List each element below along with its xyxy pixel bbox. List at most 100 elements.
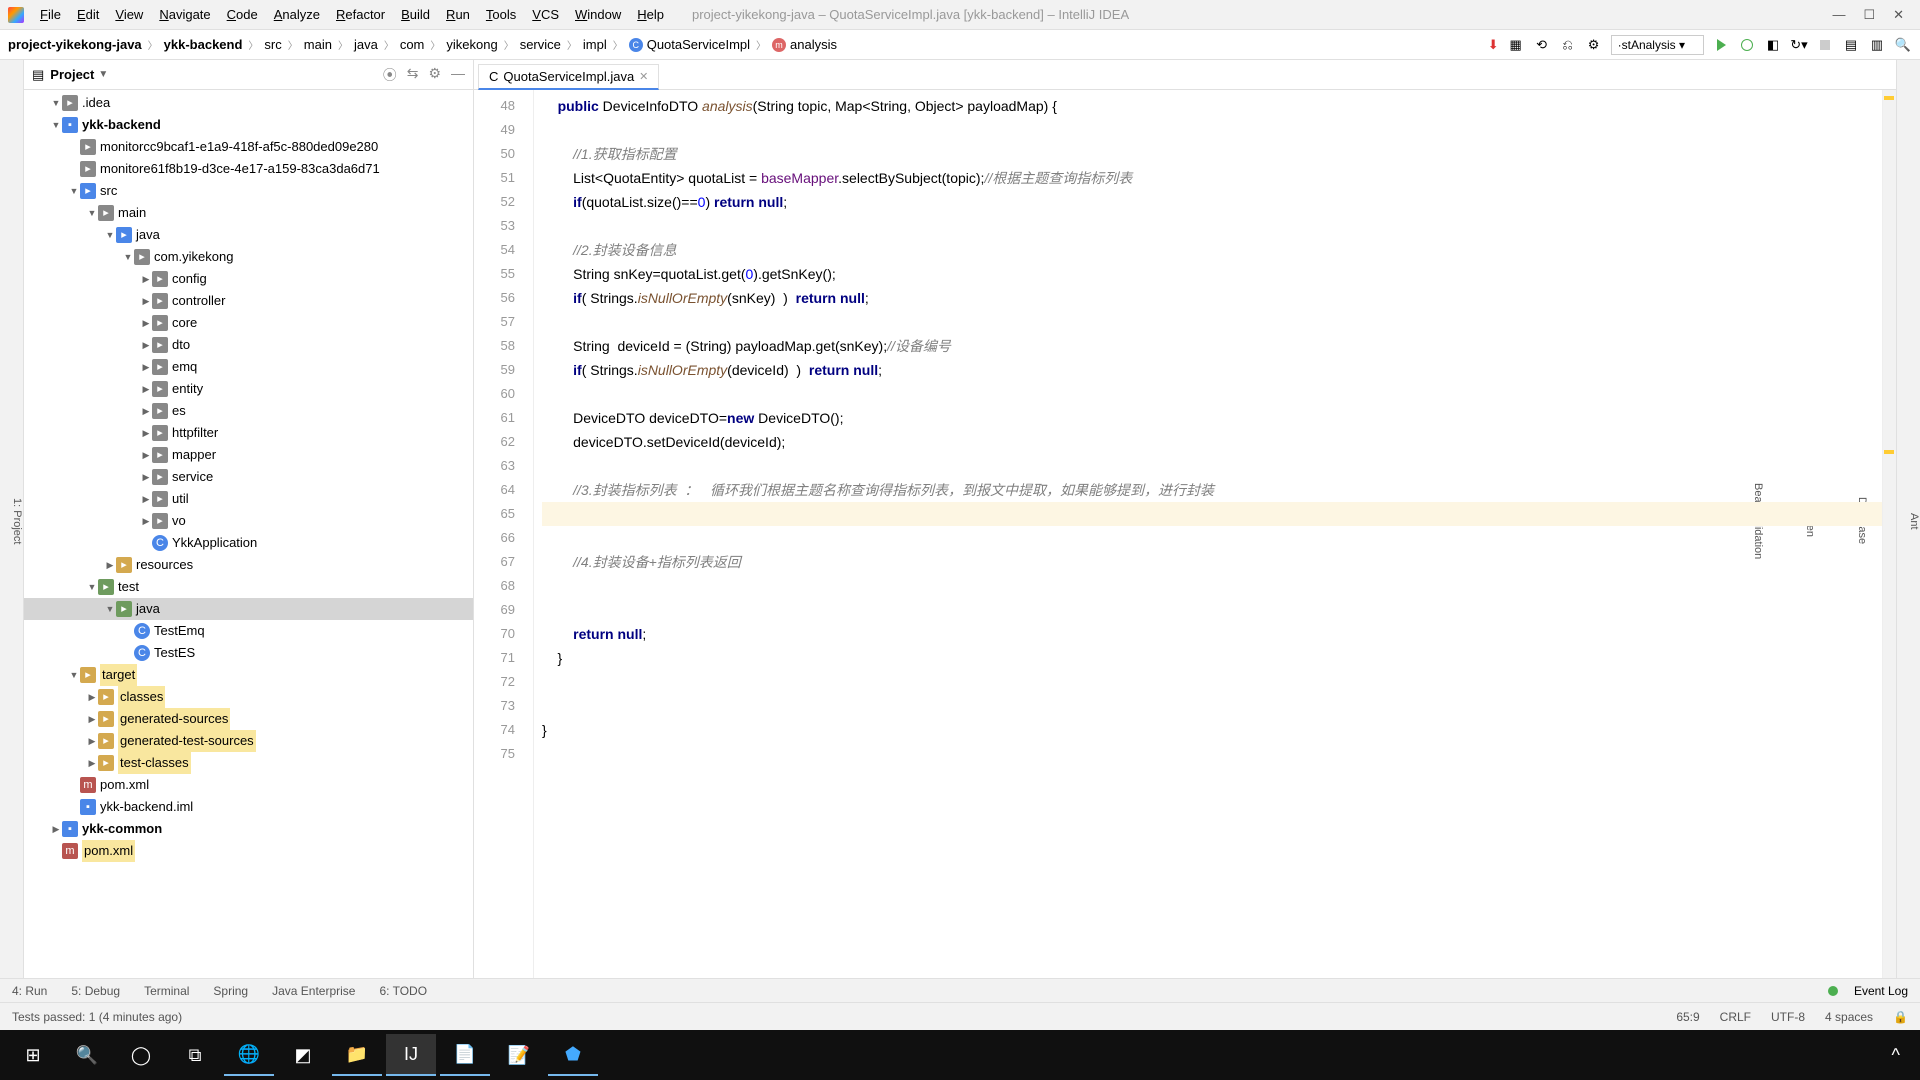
menu-view[interactable]: View	[107, 7, 151, 22]
tree-node[interactable]: ▶▸test-classes	[24, 752, 473, 774]
breadcrumb-item[interactable]: impl	[583, 37, 607, 52]
tree-arrow-icon[interactable]: ▼	[86, 576, 98, 598]
tree-arrow-icon[interactable]: ▼	[122, 246, 134, 268]
tool-window-button[interactable]: Ant	[1908, 513, 1920, 530]
run-button[interactable]	[1712, 36, 1730, 54]
indent-setting[interactable]: 4 spaces	[1825, 1010, 1873, 1024]
breadcrumb-item[interactable]: src	[264, 37, 281, 52]
project-tree[interactable]: ▼▸.idea▼▪ykk-backend▸monitorcc9bcaf1-e1a…	[24, 90, 473, 978]
code-line[interactable]: if( Strings.isNullOrEmpty(snKey) ) retur…	[542, 286, 1888, 310]
breadcrumb-item[interactable]: main	[304, 37, 332, 52]
tree-node[interactable]: ▼▸java	[24, 598, 473, 620]
error-stripe[interactable]	[1882, 90, 1896, 978]
coverage-button[interactable]: ◧	[1764, 36, 1782, 54]
app-taskbar-icon[interactable]: ⬟	[548, 1034, 598, 1076]
code-line[interactable]: deviceDTO.setDeviceId(deviceId);	[542, 430, 1888, 454]
breadcrumb-item[interactable]: com	[400, 37, 425, 52]
tree-arrow-icon[interactable]: ▶	[140, 312, 152, 334]
tree-node[interactable]: ▶▸generated-test-sources	[24, 730, 473, 752]
warning-marker[interactable]	[1884, 96, 1894, 100]
start-button[interactable]: ⊞	[8, 1034, 58, 1076]
tree-node[interactable]: ▸monitorcc9bcaf1-e1a9-418f-af5c-880ded09…	[24, 136, 473, 158]
code-line[interactable]	[542, 694, 1888, 718]
bottom-tool-button[interactable]: Spring	[213, 984, 248, 998]
tree-arrow-icon[interactable]: ▼	[104, 224, 116, 246]
menu-code[interactable]: Code	[219, 7, 266, 22]
tree-node[interactable]: ▶▸emq	[24, 356, 473, 378]
tree-node[interactable]: ▼▸src	[24, 180, 473, 202]
tree-node[interactable]: ▶▸service	[24, 466, 473, 488]
hide-icon[interactable]: —	[451, 65, 465, 85]
layout-icon[interactable]: ▤	[1842, 36, 1860, 54]
code-line[interactable]	[542, 526, 1888, 550]
app-taskbar-icon[interactable]: 📄	[440, 1034, 490, 1076]
tree-arrow-icon[interactable]: ▶	[86, 752, 98, 774]
project-panel-title[interactable]: Project	[50, 67, 94, 82]
menu-analyze[interactable]: Analyze	[266, 7, 328, 22]
tree-node[interactable]: ▼▸test	[24, 576, 473, 598]
chrome-taskbar-icon[interactable]: 🌐	[224, 1034, 274, 1076]
tree-node[interactable]: mpom.xml	[24, 840, 473, 862]
tree-arrow-icon[interactable]: ▼	[68, 180, 80, 202]
file-encoding[interactable]: UTF-8	[1771, 1010, 1805, 1024]
code-line[interactable]	[542, 454, 1888, 478]
code-line[interactable]	[542, 574, 1888, 598]
tree-arrow-icon[interactable]: ▶	[50, 818, 62, 840]
breadcrumb-item[interactable]: service	[520, 37, 561, 52]
tree-arrow-icon[interactable]: ▶	[140, 334, 152, 356]
menu-tools[interactable]: Tools	[478, 7, 524, 22]
code-line[interactable]: if(quotaList.size()==0) return null;	[542, 190, 1888, 214]
tree-node[interactable]: ▼▸java	[24, 224, 473, 246]
tree-node[interactable]: ▶▸controller	[24, 290, 473, 312]
code-line[interactable]: //3.封装指标列表 ： 循环我们根据主题名称查询得指标列表，到报文中提取，如果…	[542, 478, 1888, 502]
system-tray[interactable]: ^	[1892, 1045, 1912, 1066]
close-tab-icon[interactable]: ✕	[639, 70, 648, 83]
tree-node[interactable]: ▶▸mapper	[24, 444, 473, 466]
tree-arrow-icon[interactable]: ▶	[140, 466, 152, 488]
tree-arrow-icon[interactable]: ▼	[50, 92, 62, 114]
tree-arrow-icon[interactable]: ▶	[140, 378, 152, 400]
breadcrumb-item[interactable]: project-yikekong-java	[8, 37, 142, 52]
caret-position[interactable]: 65:9	[1676, 1010, 1699, 1024]
tree-arrow-icon[interactable]: ▼	[86, 202, 98, 224]
code-line[interactable]: }	[542, 718, 1888, 742]
code-line[interactable]: DeviceDTO deviceDTO=new DeviceDTO();	[542, 406, 1888, 430]
notepad-taskbar-icon[interactable]: 📝	[494, 1034, 544, 1076]
code-line[interactable]: public DeviceInfoDTO analysis(String top…	[542, 94, 1888, 118]
toolbar-icon[interactable]: ⎌	[1559, 36, 1577, 54]
toolbar-icon[interactable]: ⚙	[1585, 36, 1603, 54]
maximize-icon[interactable]: ☐	[1863, 7, 1875, 23]
tree-node[interactable]: ▶▸config	[24, 268, 473, 290]
tree-node[interactable]: ▶▸es	[24, 400, 473, 422]
menu-run[interactable]: Run	[438, 7, 478, 22]
editor-tab[interactable]: C QuotaServiceImpl.java ✕	[478, 64, 659, 90]
tree-arrow-icon[interactable]: ▼	[50, 114, 62, 136]
code-line[interactable]: String snKey=quotaList.get(0).getSnKey()…	[542, 262, 1888, 286]
layout-icon[interactable]: ▥	[1868, 36, 1886, 54]
code-line[interactable]	[542, 382, 1888, 406]
tree-node[interactable]: ▶▸util	[24, 488, 473, 510]
tree-arrow-icon[interactable]: ▶	[140, 290, 152, 312]
tree-node[interactable]: ▶▸resources	[24, 554, 473, 576]
tree-arrow-icon[interactable]: ▶	[86, 708, 98, 730]
code-line[interactable]: //2.封装设备信息	[542, 238, 1888, 262]
intellij-taskbar-icon[interactable]: IJ	[386, 1034, 436, 1076]
tree-node[interactable]: ▶▸dto	[24, 334, 473, 356]
menu-window[interactable]: Window	[567, 7, 629, 22]
tree-node[interactable]: ▪ykk-backend.iml	[24, 796, 473, 818]
event-log-button[interactable]: Event Log	[1854, 984, 1908, 998]
tree-node[interactable]: ▼▸.idea	[24, 92, 473, 114]
tree-node[interactable]: CTestES	[24, 642, 473, 664]
profiler-button[interactable]: ↻▾	[1790, 36, 1808, 54]
tree-arrow-icon[interactable]: ▶	[140, 510, 152, 532]
tree-node[interactable]: CTestEmq	[24, 620, 473, 642]
bottom-tool-button[interactable]: 6: TODO	[379, 984, 427, 998]
tree-node[interactable]: ▶▸httpfilter	[24, 422, 473, 444]
tree-node[interactable]: ▶▸vo	[24, 510, 473, 532]
code-line[interactable]	[542, 670, 1888, 694]
search-button[interactable]: 🔍	[62, 1034, 112, 1076]
tree-arrow-icon[interactable]: ▶	[140, 268, 152, 290]
debug-button[interactable]	[1738, 36, 1756, 54]
tree-arrow-icon[interactable]: ▶	[104, 554, 116, 576]
menu-vcs[interactable]: VCS	[524, 7, 567, 22]
